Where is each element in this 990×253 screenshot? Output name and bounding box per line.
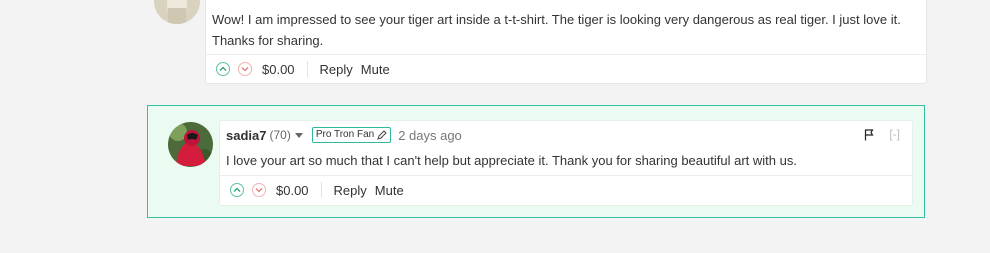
caret-down-icon[interactable] [294, 132, 303, 138]
comment-footer: $0.00 Reply Mute [216, 58, 398, 80]
reply-link[interactable]: Reply [320, 62, 353, 77]
divider [320, 182, 322, 198]
mute-link[interactable]: Mute [361, 62, 390, 77]
comment-card: sadia7 (70) Pro Tron Fan 2 days ago [-] … [219, 120, 913, 206]
author-name[interactable]: sadia7 [226, 128, 266, 143]
payout-value[interactable]: $0.00 [276, 183, 309, 198]
payout-value[interactable]: $0.00 [262, 62, 295, 77]
divider [306, 61, 308, 77]
comment-body: Wow! I am impressed to see your tiger ar… [212, 12, 901, 48]
pencil-icon [377, 130, 387, 140]
collapse-toggle[interactable]: [-] [889, 127, 900, 141]
divider [206, 54, 926, 55]
divider [220, 175, 912, 176]
comment-card: Wow! I am impressed to see your tiger ar… [205, 0, 927, 84]
author-badge[interactable]: Pro Tron Fan [311, 127, 392, 143]
reputation-score: (70) [269, 128, 291, 142]
avatar[interactable] [168, 122, 213, 167]
comment-body: I love your art so much that I can't hel… [226, 153, 797, 168]
upvote-button[interactable] [230, 183, 244, 197]
timestamp[interactable]: 2 days ago [398, 128, 462, 143]
downvote-button[interactable] [252, 183, 266, 197]
comment-header: sadia7 (70) Pro Tron Fan 2 days ago [226, 126, 462, 144]
chevron-down-icon [255, 188, 263, 193]
downvote-button[interactable] [238, 62, 252, 76]
chevron-up-icon [219, 66, 227, 71]
comment-footer: $0.00 Reply Mute [230, 179, 412, 201]
reply-link[interactable]: Reply [334, 183, 367, 198]
flag-icon[interactable] [864, 129, 874, 141]
chevron-up-icon [233, 187, 241, 192]
upvote-button[interactable] [216, 62, 230, 76]
badge-label: Pro Tron Fan [315, 129, 375, 140]
avatar[interactable] [154, 0, 200, 24]
chevron-down-icon [241, 67, 249, 72]
mute-link[interactable]: Mute [375, 183, 404, 198]
